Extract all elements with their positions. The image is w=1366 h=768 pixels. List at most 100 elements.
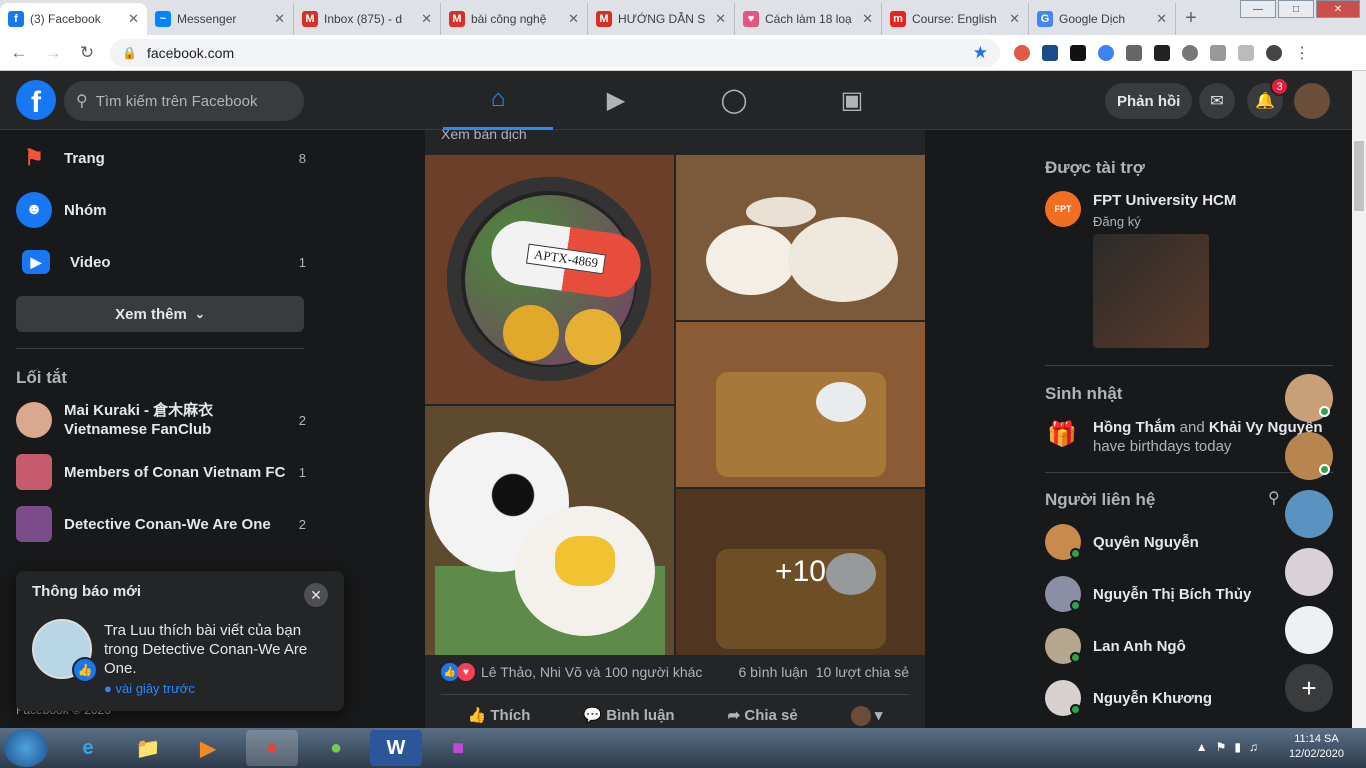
browser-tab[interactable]: G Google Dịch ✕ — [1029, 3, 1176, 35]
notifications-icon[interactable]: 🔔 3 — [1247, 77, 1289, 119]
notification-toast[interactable]: Thông báo mới ✕ 👍 Tra Luu thích bài viết… — [16, 571, 344, 711]
online-status-dot — [1319, 406, 1330, 417]
reload-icon[interactable]: ↻ — [72, 38, 102, 68]
comment-button[interactable]: 💬 Bình luận — [583, 706, 674, 726]
online-status-dot — [1070, 600, 1081, 611]
url-field[interactable]: 🔒 facebook.com ★ — [110, 38, 1000, 67]
clock[interactable]: 11:14 SA 12/02/2020 — [1289, 732, 1344, 762]
shortcut-item[interactable]: Members of Conan Vietnam FC 1 — [16, 450, 306, 494]
messenger-icon[interactable]: ✉ — [1199, 83, 1235, 119]
reactions-text[interactable]: Lê Thảo, Nhi Võ và 100 người khác — [481, 664, 702, 680]
search-icon[interactable]: ⚲ — [1268, 488, 1280, 508]
post-photo[interactable]: +10 — [676, 489, 925, 655]
browser-tab[interactable]: m Course: English ✕ — [882, 3, 1029, 35]
sidebar-item-pages[interactable]: ⚑ Trang 8 — [16, 136, 306, 180]
bookmark-star-icon[interactable]: ★ — [973, 43, 988, 63]
scrollbar-thumb[interactable] — [1354, 141, 1364, 211]
chat-head-avatar[interactable] — [1285, 490, 1333, 538]
post-actions: 👍 Thích 💬 Bình luận ➦ Chia sẻ ▾ — [441, 706, 909, 727]
avatar — [850, 706, 871, 727]
ad-logo[interactable]: FPT — [1045, 191, 1081, 227]
browser-tab[interactable]: ♥ Cách làm 18 loạ ✕ — [735, 3, 882, 35]
extension-icon[interactable] — [1154, 44, 1170, 61]
browser-tab[interactable]: f (3) Facebook ✕ — [0, 3, 147, 35]
minimize-button[interactable]: — — [1240, 0, 1276, 18]
close-icon[interactable]: ✕ — [304, 583, 328, 607]
comments-count[interactable]: 6 bình luận — [738, 664, 807, 680]
shortcut-item[interactable]: Detective Conan-We Are One 2 — [16, 502, 306, 546]
see-more-button[interactable]: Xem thêm ⌄ — [16, 296, 304, 332]
post-photo[interactable]: APTX-4869 — [425, 155, 674, 404]
ad-name[interactable]: FPT University HCM — [1093, 192, 1236, 209]
browser-tab[interactable]: ~ Messenger ✕ — [147, 3, 294, 35]
audience-selector[interactable]: ▾ — [850, 706, 882, 727]
account-avatar[interactable] — [1294, 83, 1330, 119]
chat-head-avatar[interactable] — [1285, 606, 1333, 654]
back-icon[interactable]: ← — [4, 38, 34, 68]
file-explorer-icon[interactable]: 📁 — [122, 730, 174, 766]
search-input[interactable]: ⚲ Tìm kiếm trên Facebook — [64, 81, 304, 121]
watch-icon[interactable]: ▶ — [561, 71, 671, 130]
extension-icon[interactable] — [1042, 44, 1058, 61]
browser-tab[interactable]: M HƯỚNG DẪN S ✕ — [588, 3, 735, 35]
extension-icon[interactable] — [1098, 44, 1114, 61]
extension-icon[interactable] — [1014, 44, 1030, 61]
post-photo[interactable] — [676, 155, 925, 320]
close-tab-icon[interactable]: ✕ — [862, 11, 873, 27]
forward-icon[interactable]: → — [38, 38, 68, 68]
post-photo[interactable] — [425, 406, 674, 655]
close-window-button[interactable]: ✕ — [1316, 0, 1360, 18]
home-icon[interactable]: ⌂ — [443, 71, 553, 130]
extension-icon[interactable] — [1070, 44, 1086, 61]
app-icon[interactable]: ● — [310, 730, 362, 766]
sidebar-item-groups[interactable]: ☻ Nhóm — [16, 188, 306, 232]
maximize-button[interactable]: □ — [1278, 0, 1314, 18]
extension-icon[interactable] — [1238, 44, 1254, 61]
profile-avatar-icon[interactable] — [1266, 44, 1282, 61]
close-tab-icon[interactable]: ✕ — [128, 11, 139, 27]
contact-item[interactable]: Lan Anh Ngô — [1045, 626, 1186, 666]
share-button[interactable]: ➦ Chia sẻ — [728, 706, 798, 726]
close-tab-icon[interactable]: ✕ — [1009, 11, 1020, 27]
close-tab-icon[interactable]: ✕ — [1156, 11, 1167, 27]
shares-count[interactable]: 10 lượt chia sẻ — [816, 664, 909, 680]
close-tab-icon[interactable]: ✕ — [274, 11, 285, 27]
extension-icon[interactable] — [1210, 44, 1226, 61]
post-photo[interactable] — [676, 322, 925, 487]
more-photos-overlay[interactable]: +10 — [676, 489, 925, 655]
gaming-icon[interactable]: ▣ — [797, 71, 907, 130]
system-tray-icons[interactable]: ▲⚑▮♫ — [1196, 740, 1266, 754]
start-button[interactable] — [4, 729, 48, 767]
chat-head-avatar[interactable] — [1285, 548, 1333, 596]
browser-tab[interactable]: Mbài công nghệ ✕ — [441, 3, 588, 35]
new-tab-button[interactable]: + — [1176, 3, 1206, 33]
see-translation-link[interactable]: Xem bản dịch — [441, 130, 527, 142]
internet-explorer-icon[interactable]: e — [62, 730, 114, 766]
shortcut-count: 2 — [298, 516, 306, 532]
extension-icon[interactable] — [1126, 44, 1142, 61]
groups-icon[interactable]: ◯ — [679, 71, 789, 130]
close-tab-icon[interactable]: ✕ — [568, 11, 579, 27]
page-scrollbar[interactable] — [1352, 71, 1366, 728]
close-tab-icon[interactable]: ✕ — [715, 11, 726, 27]
shortcut-item[interactable]: Mai Kuraki - 倉木麻衣 Vietnamese FanClub 2 — [16, 396, 306, 444]
close-tab-icon[interactable]: ✕ — [421, 11, 432, 27]
new-message-icon[interactable]: + — [1285, 664, 1333, 712]
menu-dots-icon[interactable]: ⋮ — [1294, 45, 1310, 62]
clock-date: 12/02/2020 — [1288, 748, 1344, 760]
word-icon[interactable]: W — [370, 730, 422, 766]
media-player-icon[interactable]: ▶ — [182, 730, 234, 766]
like-button[interactable]: 👍 Thích — [468, 706, 531, 726]
moodle-icon: m — [890, 11, 906, 27]
sidebar-item-label: Nhóm — [64, 201, 107, 219]
video-editor-icon[interactable]: ■ — [432, 730, 484, 766]
browser-tab[interactable]: M Inbox (875) - d ✕ — [294, 3, 441, 35]
ad-image[interactable] — [1093, 234, 1209, 348]
feedback-button[interactable]: Phản hồi — [1105, 83, 1193, 119]
contact-item[interactable]: Quyên Nguyễn — [1045, 522, 1199, 562]
facebook-logo-icon[interactable]: f — [16, 80, 56, 120]
extension-icon[interactable] — [1182, 44, 1198, 61]
ad-subtitle[interactable]: Đăng ký — [1093, 214, 1141, 229]
chrome-icon[interactable]: ● — [246, 730, 298, 766]
sidebar-item-video[interactable]: ▶ Video 1 — [16, 240, 306, 284]
